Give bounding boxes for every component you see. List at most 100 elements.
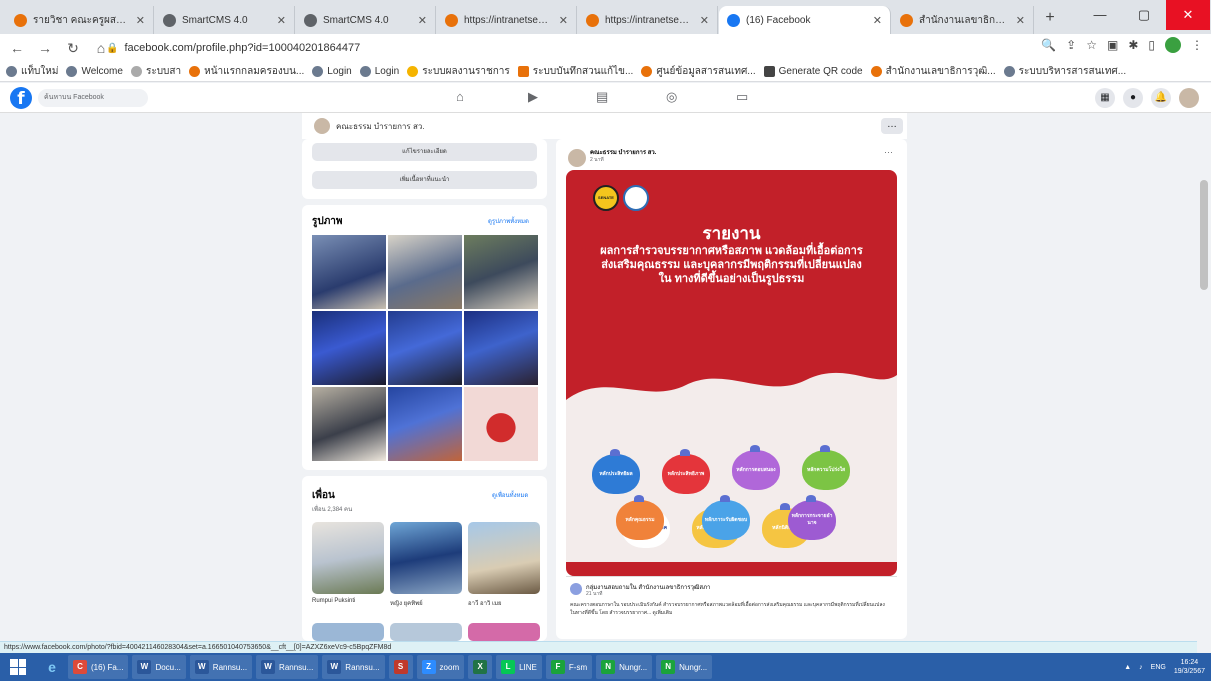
friend-name[interactable]: Rumpui Puksinti xyxy=(312,598,355,604)
close-tab-icon[interactable]: ✕ xyxy=(136,14,145,27)
friend-photo[interactable] xyxy=(312,522,384,594)
messenger-icon[interactable]: ● xyxy=(1123,88,1143,108)
taskbar-item[interactable]: L LINE xyxy=(496,655,542,679)
close-window-icon[interactable]: ✕ xyxy=(1166,0,1210,30)
groups-nav-icon[interactable]: ◎ xyxy=(666,89,677,105)
photo-thumbnail[interactable] xyxy=(312,387,386,461)
bookmark-item[interactable]: ระบบบริหารสารสนเทศ... xyxy=(1003,64,1126,79)
bookmark-item[interactable]: แท็บใหม่ xyxy=(6,64,58,79)
browser-tab[interactable]: สำนักงานเลขาธิการวุฒิสภา ✕ xyxy=(892,6,1034,34)
add-featured-button[interactable]: เพิ่มเนื้อหาที่แนะนำ xyxy=(312,171,537,189)
facebook-search-input[interactable]: ค้นหาบน Facebook xyxy=(38,89,148,107)
post-author-avatar[interactable] xyxy=(568,149,586,167)
taskbar-item[interactable]: N Nungr... xyxy=(656,655,713,679)
profile-avatar[interactable] xyxy=(314,118,330,134)
shared-timestamp[interactable]: 21 นาที xyxy=(586,590,602,598)
browser-tab[interactable]: รายวิชา คณะครูผสอนภาษา ✕ xyxy=(6,6,154,34)
bookmark-item[interactable]: หน้าแรกกลมครองบน... xyxy=(189,64,304,79)
bookmark-item[interactable]: ระบบบันทึกสวนแก้ไข... xyxy=(517,64,633,79)
bookmark-item[interactable]: Welcome xyxy=(66,66,123,77)
home-nav-icon[interactable]: ⌂ xyxy=(456,89,464,104)
sidepanel-icon[interactable]: ▯ xyxy=(1148,38,1155,52)
menu-kebab-icon[interactable]: ⋮ xyxy=(1191,38,1203,52)
post-image[interactable]: SENATE รายงาน ผลการสำรวจบรรยากาศหรือสภาพ… xyxy=(566,170,897,576)
friend-photo[interactable] xyxy=(468,623,540,641)
forward-icon[interactable]: → xyxy=(34,37,56,59)
address-bar[interactable]: 🔒 facebook.com/profile.php?id=1000402018… xyxy=(98,37,1088,59)
taskbar-item[interactable]: W Rannsu... xyxy=(189,655,253,679)
taskbar-item[interactable]: Zzoom xyxy=(416,655,465,679)
friend-photo[interactable] xyxy=(468,522,540,594)
taskbar-item[interactable]: S xyxy=(388,655,413,679)
bookmark-star-icon[interactable]: ☆ xyxy=(1086,38,1097,52)
gaming-nav-icon[interactable]: ▭ xyxy=(736,89,748,105)
zoom-icon[interactable]: 🔍 xyxy=(1041,38,1056,52)
post-more-icon[interactable]: ··· xyxy=(884,147,893,157)
back-icon[interactable]: ← xyxy=(6,37,28,59)
taskbar-item[interactable]: W Rannsu... xyxy=(256,655,319,679)
bookmark-item[interactable]: ศูนย์ข้อมูลสารสนเทศ... xyxy=(641,64,756,79)
taskbar-item[interactable]: N Nungr... xyxy=(596,655,653,679)
taskbar-item[interactable]: W Rannsu... xyxy=(322,655,385,679)
photo-thumbnail[interactable] xyxy=(312,235,386,309)
new-tab-icon[interactable]: + xyxy=(1040,8,1060,28)
bookmark-item[interactable]: Login xyxy=(312,66,352,77)
notification-bell-icon[interactable]: 🔔 xyxy=(1151,88,1171,108)
tray-network-icon[interactable]: ▲ xyxy=(1124,664,1131,671)
bookmark-item[interactable]: สำนักงานเลขาธิการวุฒิ... xyxy=(870,64,996,79)
photo-thumbnail[interactable] xyxy=(464,387,538,461)
photo-thumbnail[interactable] xyxy=(312,311,386,385)
marketplace-nav-icon[interactable]: ▤ xyxy=(596,89,608,105)
language-indicator[interactable]: ENG xyxy=(1151,664,1166,671)
photo-thumbnail[interactable] xyxy=(464,311,538,385)
close-tab-icon[interactable]: ✕ xyxy=(418,14,427,27)
shared-post-preview[interactable]: กลุ่มงานสอบถามใน สำนักงานเลขาธิการวุฒิสภ… xyxy=(566,576,897,639)
tray-volume-icon[interactable]: ♪ xyxy=(1139,664,1143,671)
edit-details-button[interactable]: แก้ไขรายละเอียด xyxy=(312,143,537,161)
close-tab-icon[interactable]: ✕ xyxy=(559,14,568,27)
see-all-photos-link[interactable]: ดูรูปภาพทั้งหมด xyxy=(488,216,529,226)
photo-thumbnail[interactable] xyxy=(388,387,462,461)
browser-tab[interactable]: https://intranetsenate ✕ xyxy=(578,6,718,34)
close-tab-icon[interactable]: ✕ xyxy=(1016,14,1025,27)
share-icon[interactable]: ⇪ xyxy=(1066,38,1076,52)
friend-photo[interactable] xyxy=(312,623,384,641)
menu-grid-icon[interactable]: ▦ xyxy=(1095,88,1115,108)
friend-photo[interactable] xyxy=(390,522,462,594)
browser-tab[interactable]: https://intranetsenate. ✕ xyxy=(437,6,577,34)
close-tab-icon[interactable]: ✕ xyxy=(700,14,709,27)
maximize-icon[interactable]: ▢ xyxy=(1122,0,1166,30)
shared-page-name[interactable]: กลุ่มงานสอบถามใน สำนักงานเลขาธิการวุฒิสภ… xyxy=(586,582,710,592)
close-tab-icon[interactable]: ✕ xyxy=(873,14,882,27)
profile-avatar[interactable] xyxy=(1165,37,1181,53)
close-tab-icon[interactable]: ✕ xyxy=(277,14,286,27)
shared-page-avatar[interactable] xyxy=(570,583,582,595)
start-button[interactable] xyxy=(0,653,36,681)
post-timestamp[interactable]: 2 นาที xyxy=(590,156,604,164)
photo-thumbnail[interactable] xyxy=(464,235,538,309)
extension-icon[interactable]: ▣ xyxy=(1107,38,1118,52)
taskbar-item[interactable]: W Docu... xyxy=(132,655,186,679)
facebook-logo-icon[interactable]: f xyxy=(10,87,32,109)
browser-tab[interactable]: SmartCMS 4.0 ✕ xyxy=(155,6,295,34)
taskbar-item[interactable]: F F-sm xyxy=(545,655,593,679)
bookmark-item[interactable]: ระบบสา xyxy=(130,64,181,79)
taskbar-item[interactable]: C (16) Fa... xyxy=(68,655,129,679)
friend-photo[interactable] xyxy=(390,623,462,641)
photo-thumbnail[interactable] xyxy=(388,311,462,385)
reload-icon[interactable]: ↻ xyxy=(62,37,84,59)
puzzle-icon[interactable]: ✱ xyxy=(1128,38,1138,52)
bookmark-item[interactable]: Generate QR code xyxy=(763,66,863,77)
taskbar-item[interactable]: X xyxy=(468,655,493,679)
bookmark-item[interactable]: ระบบผลงานราชการ xyxy=(407,64,510,79)
bookmark-item[interactable]: Login xyxy=(359,66,399,77)
more-options-button[interactable]: … xyxy=(881,118,903,134)
ie-taskbar-icon[interactable]: e xyxy=(40,655,64,679)
friend-name[interactable]: หญิง ยุคทิพย์ xyxy=(390,598,423,608)
browser-tab-active[interactable]: (16) Facebook ✕ xyxy=(719,6,891,34)
system-clock[interactable]: 16:24 19/3/2567 xyxy=(1174,658,1205,676)
see-all-friends-link[interactable]: ดูเพื่อนทั้งหมด xyxy=(492,490,528,500)
browser-tab[interactable]: SmartCMS 4.0 ✕ xyxy=(296,6,436,34)
scrollbar-thumb[interactable] xyxy=(1200,180,1208,290)
account-avatar[interactable] xyxy=(1179,88,1199,108)
